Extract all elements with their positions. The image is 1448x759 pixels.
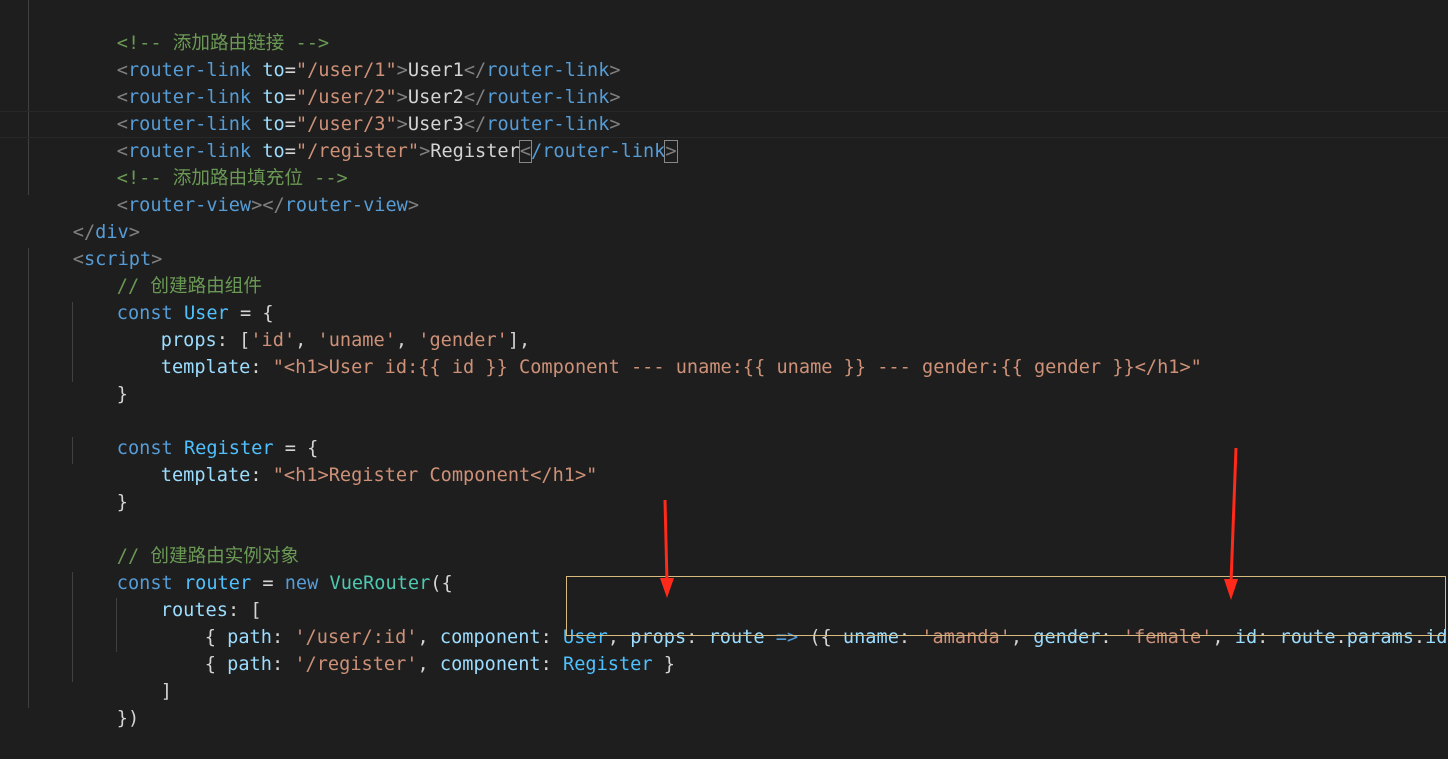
property-token: path — [227, 654, 272, 675]
code-line[interactable]: // 创建路由组件 — [72, 246, 262, 273]
punct-token: : — [541, 654, 563, 675]
annotation-arrow-icon — [657, 500, 677, 600]
code-line[interactable]: }) — [72, 678, 139, 705]
property-token: template — [161, 357, 251, 378]
punct-token: : — [250, 357, 272, 378]
code-line[interactable]: <!-- 添加路由链接 --> — [72, 3, 329, 30]
string-token: '/register' — [294, 654, 417, 675]
variable-token: Register — [563, 654, 653, 675]
code-line[interactable]: <router-link to="/user/2">User2</router-… — [72, 57, 621, 84]
code-line[interactable]: template: "<h1>User id:{{ id }} Componen… — [116, 327, 1202, 354]
code-line[interactable]: <router-link to="/user/3">User3</router-… — [72, 84, 621, 111]
code-line[interactable]: const Register = { — [72, 408, 318, 435]
class-token: VueRouter — [330, 573, 431, 594]
code-line[interactable]: props: ['id', 'uname', 'gender'], — [116, 300, 530, 327]
punct-token: : — [250, 465, 272, 486]
punct-token: ></ — [251, 195, 285, 216]
code-line[interactable]: <router-link to="/register">Register</ro… — [72, 111, 677, 138]
indent-guide — [28, 0, 29, 195]
code-line[interactable]: } — [72, 462, 128, 489]
code-line[interactable]: // 创建路由实例对象 — [72, 516, 299, 543]
code-line[interactable]: <script> — [28, 219, 162, 246]
string-token: "<h1>User id:{{ id }} Component --- unam… — [273, 357, 1202, 378]
bracket-match-token: < — [520, 141, 531, 162]
text-token: Register — [430, 141, 520, 162]
code-line[interactable]: const router = new VueRouter({ — [72, 543, 453, 570]
punct-token: } — [653, 654, 675, 675]
punct-token: : — [272, 654, 294, 675]
punct-token: ({ — [430, 573, 452, 594]
punct-token: } — [117, 492, 128, 513]
punct-token: } — [117, 384, 128, 405]
punct-token: }) — [117, 708, 139, 729]
code-line[interactable]: const User = { — [72, 273, 274, 300]
code-line[interactable]: <!-- 添加路由填充位 --> — [72, 138, 348, 165]
bracket-match-token: > — [665, 141, 676, 162]
space-token — [318, 573, 329, 594]
string-token: "<h1>Register Component</h1>" — [273, 465, 598, 486]
punct-token: ] — [161, 681, 172, 702]
property-token: template — [161, 465, 251, 486]
keyword-token: new — [285, 573, 319, 594]
code-line[interactable]: ] — [116, 651, 172, 678]
tag-token: router-view — [128, 195, 251, 216]
code-editor[interactable]: <!-- 添加路由链接 --> <router-link to="/user/1… — [0, 0, 1448, 708]
code-line[interactable]: <router-view></router-view> — [72, 165, 419, 192]
tag-token: /router-link — [531, 141, 665, 162]
indent-guide — [28, 248, 29, 708]
code-line[interactable]: } — [72, 354, 128, 381]
annotation-highlight-box — [566, 576, 1446, 636]
punct-token: > — [419, 141, 430, 162]
code-line[interactable]: routes: [ — [116, 570, 262, 597]
code-line[interactable]: <router-link to="/user/1">User1</router-… — [72, 30, 621, 57]
code-line[interactable]: template: "<h1>Register Component</h1>" — [116, 435, 597, 462]
punct-token: > — [408, 195, 419, 216]
punct-token: , — [417, 654, 439, 675]
annotation-arrow-icon — [1221, 448, 1241, 603]
tag-token: router-view — [285, 195, 408, 216]
code-line[interactable]: </div> — [28, 192, 140, 219]
property-token: component — [440, 654, 541, 675]
punct-token: { — [205, 654, 227, 675]
